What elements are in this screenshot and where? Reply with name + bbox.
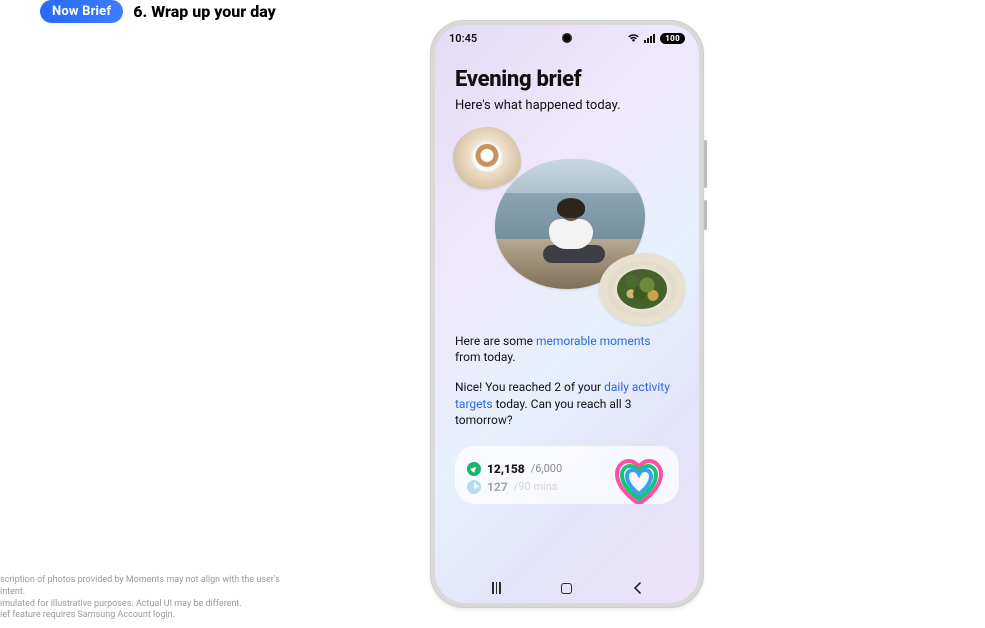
activity-message: Nice! You reached 2 of your daily activi… bbox=[455, 379, 679, 428]
activity-card[interactable]: 12,158 /6,000 127 /90 mins bbox=[455, 446, 679, 504]
phone-side-button bbox=[704, 140, 707, 188]
active-time-icon bbox=[467, 480, 481, 494]
metric-steps: 12,158 /6,000 bbox=[467, 462, 562, 476]
page-header: Now Brief 6. Wrap up your day bbox=[40, 0, 276, 23]
activity-metrics: 12,158 /6,000 127 /90 mins bbox=[467, 462, 562, 494]
activity-rings-icon bbox=[611, 456, 667, 500]
signal-icon bbox=[644, 33, 656, 43]
battery-pill: 100 bbox=[660, 33, 685, 44]
status-time: 10:45 bbox=[449, 32, 477, 45]
android-nav-bar bbox=[435, 573, 699, 603]
nav-recents-button[interactable] bbox=[476, 582, 516, 594]
brief-title: Evening brief bbox=[455, 67, 679, 92]
metric-active-time: 127 /90 mins bbox=[467, 480, 562, 494]
wifi-icon bbox=[627, 33, 640, 43]
brief-subtitle: Here's what happened today. bbox=[455, 98, 679, 113]
moments-collage[interactable] bbox=[455, 129, 679, 319]
active-time-goal: /90 mins bbox=[514, 480, 558, 493]
nav-back-button[interactable] bbox=[618, 582, 658, 594]
steps-icon bbox=[467, 462, 481, 476]
steps-goal: /6,000 bbox=[531, 462, 562, 475]
moment-photo-food[interactable] bbox=[599, 253, 685, 325]
disclaimer-text: scription of photos provided by Moments … bbox=[0, 575, 300, 622]
memorable-moments-link[interactable]: memorable moments bbox=[536, 334, 651, 348]
brief-content[interactable]: Evening brief Here's what happened today… bbox=[435, 51, 699, 573]
phone-frame: 10:45 100 Evening brief Here's what happ… bbox=[430, 20, 704, 608]
moments-caption: Here are some memorable moments from tod… bbox=[455, 333, 679, 365]
front-camera bbox=[562, 33, 572, 43]
status-bar: 10:45 100 bbox=[435, 25, 699, 51]
phone-side-button bbox=[704, 200, 707, 230]
steps-value: 12,158 bbox=[487, 462, 525, 476]
feature-pill: Now Brief bbox=[40, 0, 123, 23]
page-title: 6. Wrap up your day bbox=[133, 2, 276, 21]
phone-screen: 10:45 100 Evening brief Here's what happ… bbox=[435, 25, 699, 603]
moment-photo-coffee[interactable] bbox=[453, 127, 521, 189]
active-time-value: 127 bbox=[487, 480, 508, 494]
nav-home-button[interactable] bbox=[547, 583, 587, 594]
